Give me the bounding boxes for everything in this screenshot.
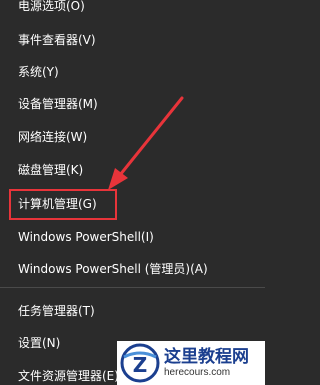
menu-divider bbox=[0, 287, 265, 288]
menu-item-powershell-admin[interactable]: Windows PowerShell (管理员)(A) bbox=[18, 257, 208, 281]
menu-item-system[interactable]: 系统(Y) bbox=[18, 60, 59, 84]
menu-item-task-manager[interactable]: 任务管理器(T) bbox=[18, 299, 95, 323]
menu-item-device-manager[interactable]: 设备管理器(M) bbox=[18, 92, 98, 116]
watermark-title: 这里教程网 bbox=[164, 347, 249, 367]
menu-item-disk-management[interactable]: 磁盘管理(K) bbox=[18, 158, 83, 182]
menu-item-event-viewer[interactable]: 事件查看器(V) bbox=[18, 28, 96, 52]
menu-item-network-connections[interactable]: 网络连接(W) bbox=[18, 125, 87, 149]
menu-item-power-options[interactable]: 电源选项(O) bbox=[18, 0, 85, 18]
menu-item-settings[interactable]: 设置(N) bbox=[18, 331, 60, 355]
svg-text:Z: Z bbox=[133, 353, 148, 377]
menu-item-powershell[interactable]: Windows PowerShell(I) bbox=[18, 225, 154, 249]
watermark-url: herecours.com bbox=[164, 367, 231, 378]
watermark-logo-icon: Z bbox=[120, 343, 160, 383]
watermark: Z 这里教程网 herecours.com bbox=[117, 341, 265, 385]
highlight-box bbox=[9, 189, 117, 220]
menu-item-file-explorer[interactable]: 文件资源管理器(E) bbox=[18, 364, 119, 385]
